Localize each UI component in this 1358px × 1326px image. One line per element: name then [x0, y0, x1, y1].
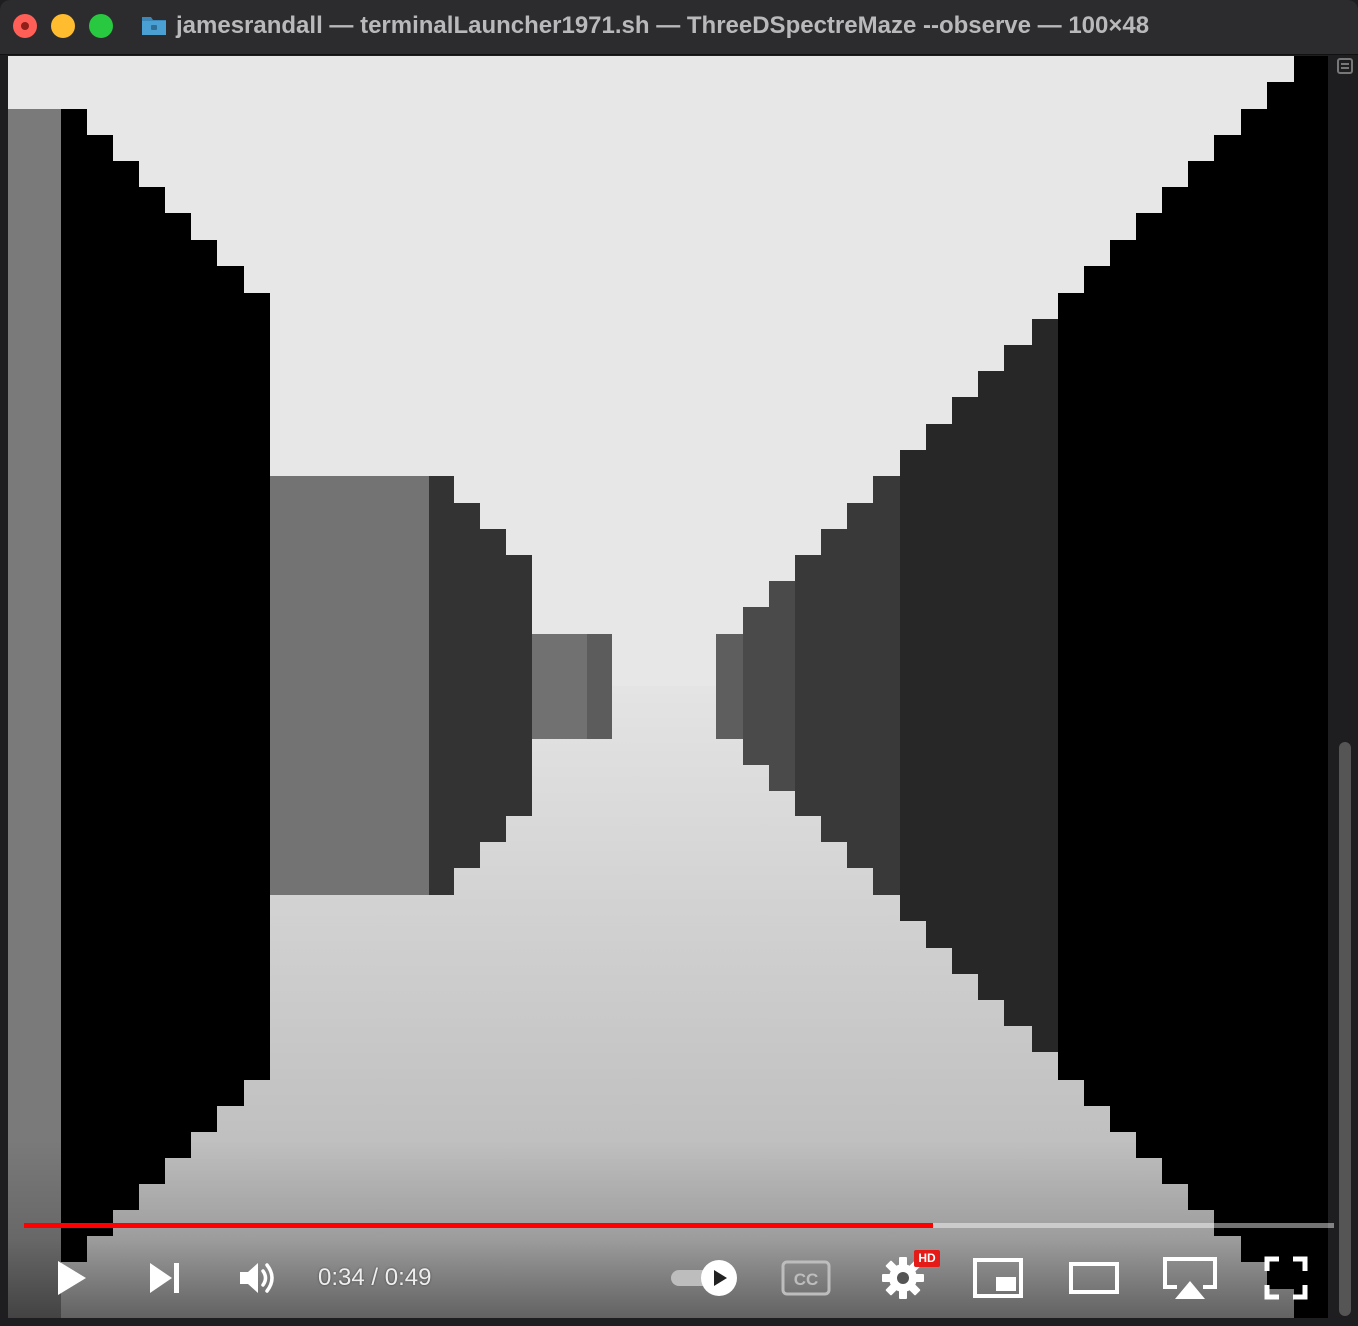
airplay-button[interactable] — [1160, 1250, 1220, 1306]
current-time: 0:34 — [318, 1264, 365, 1291]
time-display: 0:34 / 0:49 — [318, 1260, 431, 1296]
scrollbar-thumb[interactable] — [1339, 742, 1351, 1316]
hd-badge: HD — [914, 1250, 940, 1267]
terminal-window: jamesrandall — terminalLauncher1971.sh —… — [0, 0, 1358, 1326]
close-window-button[interactable] — [13, 14, 37, 38]
autoplay-toggle[interactable] — [666, 1250, 740, 1306]
folder-icon — [142, 17, 166, 35]
autoplay-toggle-icon — [671, 1260, 737, 1296]
title-bar: jamesrandall — terminalLauncher1971.sh —… — [0, 0, 1358, 55]
play-button[interactable] — [48, 1250, 94, 1306]
captions-button[interactable]: CC — [778, 1250, 834, 1306]
svg-text:CC: CC — [794, 1270, 819, 1289]
progress-bar-played — [24, 1223, 933, 1228]
theater-mode-icon — [1069, 1262, 1119, 1294]
terminal-content[interactable] — [8, 56, 1328, 1318]
fullscreen-icon — [1264, 1256, 1308, 1300]
volume-button[interactable] — [234, 1250, 282, 1306]
maze-view — [8, 56, 1328, 1318]
time-separator: / — [364, 1264, 385, 1291]
progress-bar[interactable] — [24, 1223, 1334, 1228]
scroll-menu-icon[interactable] — [1337, 58, 1353, 74]
minimize-window-button[interactable] — [51, 14, 75, 38]
fullscreen-button[interactable] — [1258, 1250, 1314, 1306]
theater-mode-button[interactable] — [1066, 1250, 1122, 1306]
miniplayer-button[interactable] — [970, 1250, 1026, 1306]
captions-icon: CC — [781, 1260, 831, 1296]
play-icon — [58, 1261, 86, 1295]
volume-icon — [240, 1263, 274, 1293]
duration: 0:49 — [384, 1264, 432, 1291]
airplay-icon — [1163, 1257, 1217, 1299]
next-icon — [150, 1263, 179, 1293]
miniplayer-icon — [973, 1258, 1023, 1298]
maximize-window-button[interactable] — [89, 14, 113, 38]
window-title: jamesrandall — terminalLauncher1971.sh —… — [176, 12, 1150, 39]
next-button[interactable] — [142, 1250, 186, 1306]
